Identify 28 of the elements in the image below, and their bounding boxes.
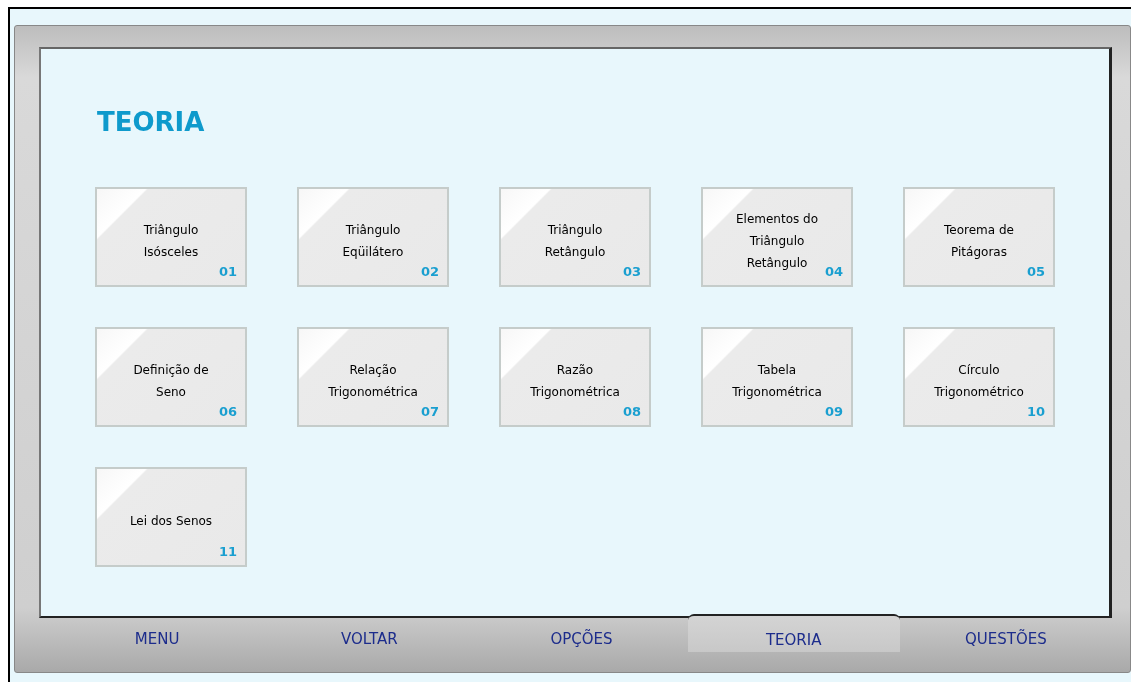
page-title: TEORIA [97,109,206,135]
topic-tile[interactable]: Círculo Trigonométrico 10 [903,327,1055,427]
topic-number: 02 [420,262,439,281]
topic-tile[interactable]: Definição de Seno 06 [95,327,247,427]
nav-tab[interactable]: VOLTAR [263,618,476,652]
topic-tile[interactable]: Relação Trigonométrica 07 [297,327,449,427]
nav-tab[interactable]: OPÇÕES [475,618,688,652]
topic-number: 09 [824,402,843,421]
topic-tile[interactable]: Triângulo Retângulo 03 [499,187,651,287]
topic-tile[interactable]: Lei dos Senos 11 [95,467,247,567]
topic-tile[interactable]: Teorema de Pitágoras 05 [903,187,1055,287]
topic-number: 06 [218,402,237,421]
topic-tile[interactable]: Tabela Trigonométrica 09 [701,327,853,427]
topic-number: 01 [218,262,237,281]
topic-tile[interactable]: Triângulo Isósceles 01 [95,187,247,287]
topic-tile[interactable]: Elementos do Triângulo Retângulo 04 [701,187,853,287]
topic-number: 04 [824,262,843,281]
nav-tab[interactable]: TEORIA [687,614,900,652]
topic-number: 08 [622,402,641,421]
topic-number: 07 [420,402,439,421]
topic-number: 10 [1026,402,1045,421]
nav-tab[interactable]: MENU [51,618,264,652]
topic-tile[interactable]: Razão Trigonométrica 08 [499,327,651,427]
topic-number: 11 [218,542,237,561]
topic-tile[interactable]: Triângulo Eqüilátero 02 [297,187,449,287]
nav-tab[interactable]: QUESTÕES [899,618,1112,652]
topic-number: 05 [1026,262,1045,281]
topic-number: 03 [622,262,641,281]
